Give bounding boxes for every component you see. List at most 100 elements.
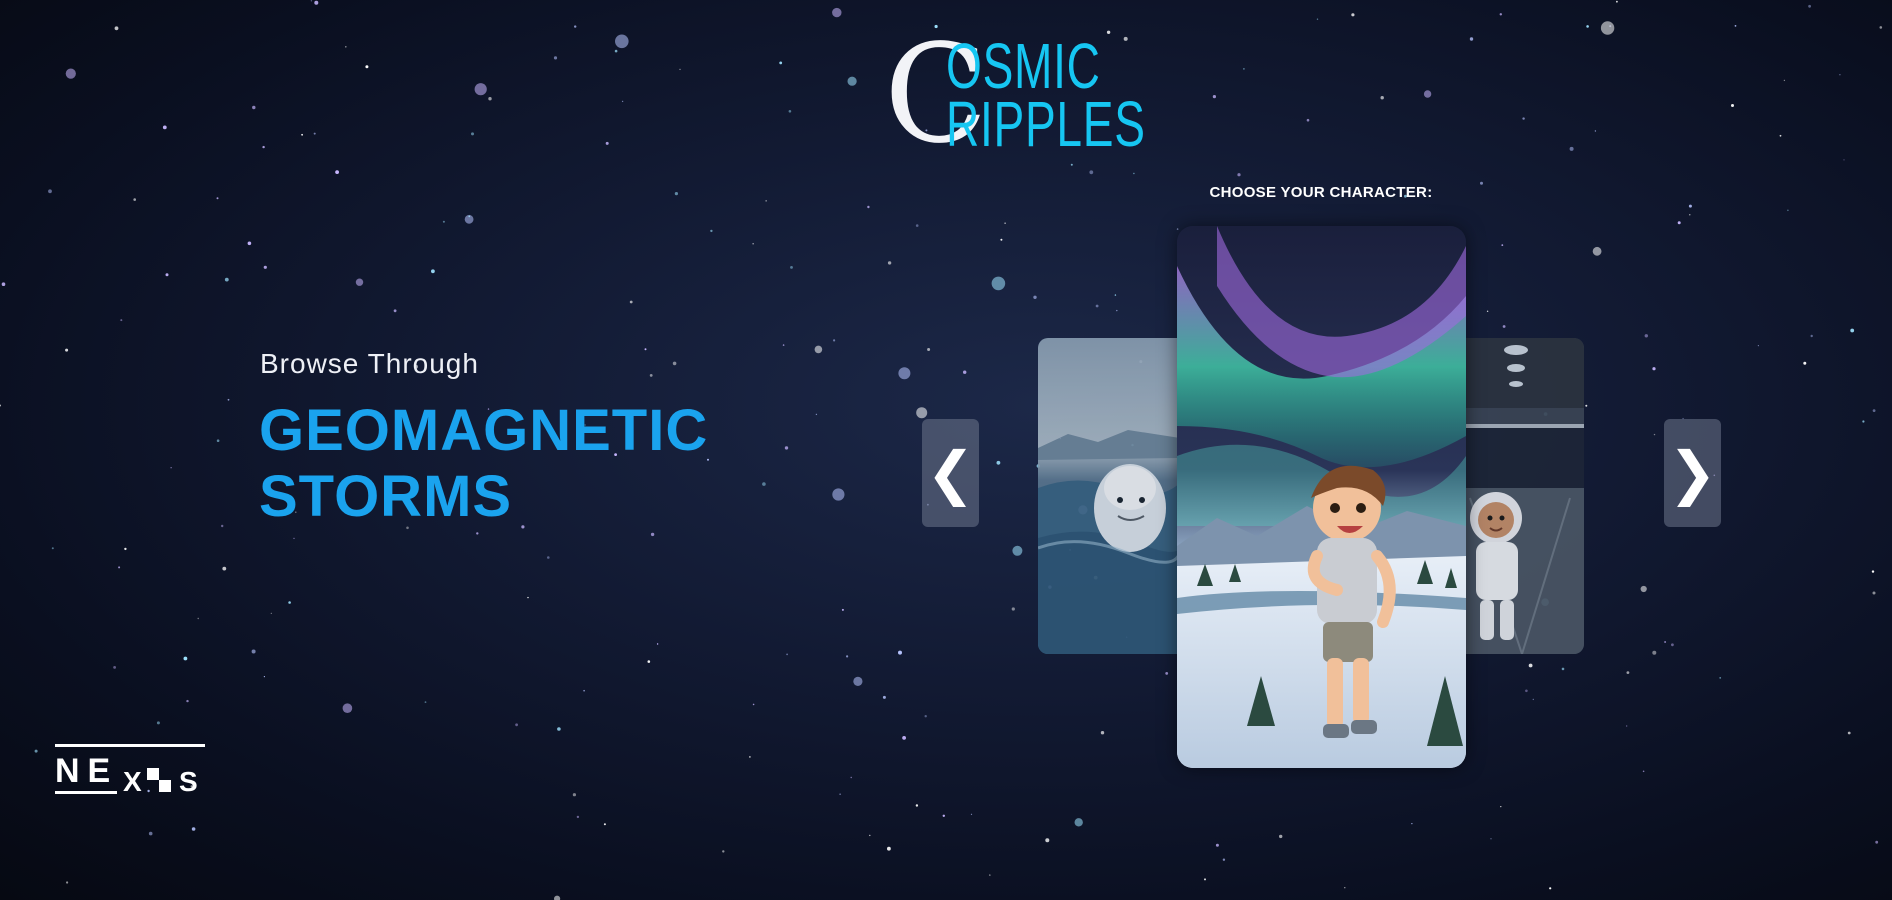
star [1664,641,1666,643]
star [1689,214,1691,216]
hero-title: GEOMAGNETIC STORMS [259,398,779,530]
star [51,547,54,550]
star [1100,731,1105,735]
star [183,656,188,661]
star [1839,74,1841,76]
star [1810,334,1813,338]
star [887,846,891,851]
star [1688,204,1692,208]
star [148,831,153,836]
star [355,278,364,286]
beluga-illustration [1038,338,1180,654]
cosmic-ripples-logo: C OSMIC RIPPLES [884,27,1164,163]
astronaut-illustration [1460,338,1584,654]
star [752,243,754,245]
star [1279,834,1283,839]
star [314,0,319,5]
star [345,46,347,48]
star [1486,310,1489,312]
character-card-astronaut[interactable] [1460,338,1584,654]
star [850,776,852,779]
star [1045,838,1050,843]
star [120,319,123,322]
star [1243,68,1245,70]
star [647,660,651,663]
star [1116,309,1118,312]
star [942,814,945,817]
star [644,348,647,351]
star [114,26,119,31]
star [216,439,220,443]
star [263,265,267,269]
star [1600,21,1615,35]
star [270,612,272,615]
star [442,220,445,223]
star [335,170,339,175]
star [887,261,892,265]
star [869,834,871,837]
star [749,756,751,758]
choose-character-heading: CHOOSE YOUR CHARACTER: [1209,184,1433,201]
star [1652,367,1656,371]
star [1757,345,1759,347]
star [557,727,561,731]
star [782,344,785,346]
logo-word-ripples: RIPPLES [946,88,1146,160]
star [288,601,291,604]
star [752,703,755,706]
star [853,676,863,687]
nexus-logo-mark: NE X S [55,744,205,797]
star [431,269,435,274]
star [553,56,558,60]
star [1351,13,1355,17]
star [1850,328,1855,333]
star [1000,238,1003,241]
star [916,407,928,419]
star [1569,146,1574,151]
svg-text:X: X [123,766,142,796]
star [898,650,902,655]
star [674,192,679,196]
star [1306,118,1310,122]
star [915,804,919,807]
star [603,823,606,826]
star [833,339,836,342]
nexus-logo[interactable]: NE X S [55,744,209,797]
star [1592,246,1602,256]
star [1176,228,1179,230]
star [1879,26,1883,29]
star [1652,650,1657,655]
star [841,608,844,611]
carousel-next-button[interactable]: ❯ [1664,419,1721,527]
star [165,273,169,277]
star [1133,172,1135,175]
star [672,361,677,366]
star [342,703,353,713]
star [227,398,230,401]
star [1783,79,1786,82]
star [476,532,479,535]
character-card-beluga[interactable] [1038,338,1180,654]
character-card-boy-aurora[interactable] [1177,226,1466,768]
star [786,653,788,656]
star [1872,591,1876,595]
star [1212,95,1216,99]
star [574,25,577,28]
carousel-prev-button[interactable]: ❮ [922,419,979,527]
star [262,145,265,149]
star [527,596,529,599]
star [424,701,427,703]
star [784,446,789,450]
star [124,547,127,551]
star [1114,294,1117,296]
star [365,65,369,69]
star [1380,96,1384,100]
svg-text:S: S [179,766,198,796]
star [293,537,295,540]
star [301,133,303,136]
star [788,110,792,113]
star [1165,672,1169,675]
star [118,566,121,569]
star [1871,570,1875,573]
star [839,793,841,795]
